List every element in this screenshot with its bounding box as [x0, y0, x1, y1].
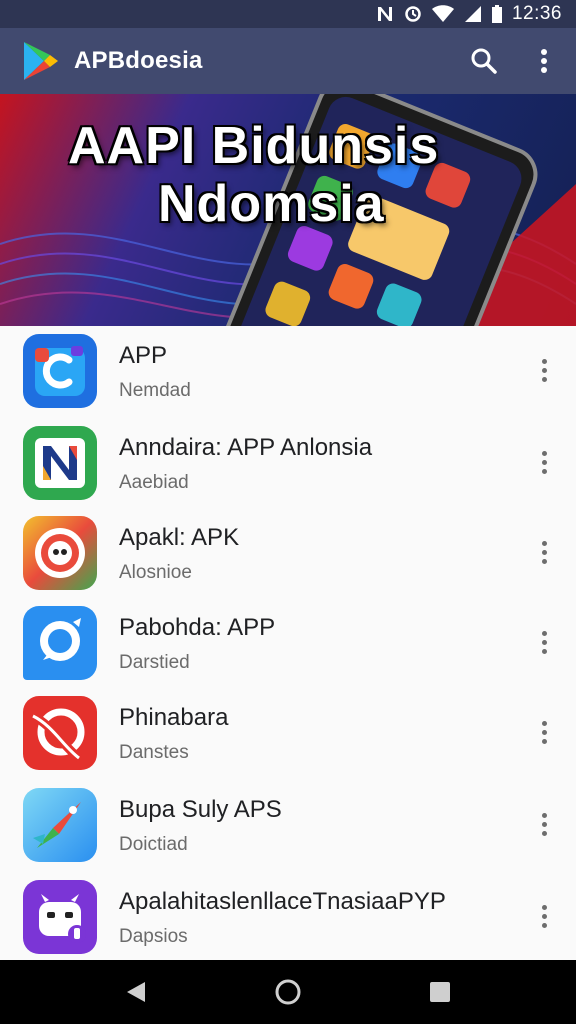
more-vertical-icon[interactable] [534, 712, 554, 752]
more-vertical-icon[interactable] [534, 622, 554, 662]
more-vertical-icon[interactable] [534, 350, 554, 390]
battery-icon [491, 5, 502, 23]
app-subtitle: Alosnioe [119, 562, 192, 583]
app-subtitle: Danstes [119, 742, 189, 763]
more-vertical-icon[interactable] [534, 442, 554, 482]
status-bar: 12:36 [0, 0, 576, 28]
search-icon[interactable] [468, 45, 500, 77]
app-subtitle: Nemdad [119, 380, 191, 401]
app-icon-rainbow-circle [23, 516, 97, 590]
wifi-icon [431, 5, 454, 23]
app-icon-blue-chat [23, 606, 97, 680]
status-time: 12:36 [511, 3, 562, 24]
list-item[interactable]: Bupa Suly APS Doictiad [0, 780, 576, 870]
promo-banner[interactable]: AAPI Bidunsis Ndomsia [0, 94, 576, 326]
app-icon-red-swirl [23, 696, 97, 770]
nfc-icon [376, 5, 394, 23]
list-item[interactable]: Phinabara Danstes [0, 688, 576, 778]
app-list: APP Nemdad Anndaira: APP Anlonsia Aaebia… [0, 326, 576, 960]
app-name: Bupa Suly APS [119, 796, 282, 823]
app-title: APBdoesia [74, 47, 203, 74]
banner-title-line2: Ndomsia [158, 175, 385, 233]
signal-icon [464, 5, 482, 23]
more-vertical-icon[interactable] [534, 896, 554, 936]
list-item[interactable]: Pabohda: APP Darstied [0, 598, 576, 688]
back-triangle-icon[interactable] [116, 972, 156, 1012]
app-icon-purple-robot [23, 880, 97, 954]
app-name: Pabohda: APP [119, 614, 276, 641]
play-store-logo-icon [22, 40, 60, 82]
banner-title: AAPI Bidunsis Ndomsia [0, 120, 576, 230]
list-item[interactable]: ApalahitaslenllaceTnasiaaPYP Dapsios [0, 872, 576, 962]
app-bar: APBdoesia [0, 28, 576, 94]
more-vertical-icon[interactable] [534, 804, 554, 844]
navigation-bar [0, 960, 576, 1024]
app-name: APP [119, 342, 168, 369]
home-circle-icon[interactable] [268, 972, 308, 1012]
list-item[interactable]: Apakl: APK Alosnioe [0, 508, 576, 598]
more-vertical-icon[interactable] [528, 45, 560, 77]
app-name: Apakl: APK [119, 524, 240, 551]
app-subtitle: Aaebiad [119, 472, 189, 493]
banner-title-line1: AAPI Bidunsis [68, 117, 440, 175]
app-subtitle: Dapsios [119, 926, 188, 947]
list-item[interactable]: APP Nemdad [0, 326, 576, 416]
app-name: Phinabara [119, 704, 229, 731]
app-icon-green-n [23, 426, 97, 500]
app-subtitle: Doictiad [119, 834, 188, 855]
alarm-icon [404, 5, 422, 23]
app-name: Anndaira: APP Anlonsia [119, 434, 373, 461]
more-vertical-icon[interactable] [534, 532, 554, 572]
app-icon-rocket [23, 788, 97, 862]
app-subtitle: Darstied [119, 652, 190, 673]
app-icon-blue-c [23, 334, 97, 408]
app-name: ApalahitaslenllaceTnasiaaPYP [119, 888, 446, 915]
recents-square-icon[interactable] [420, 972, 460, 1012]
list-item[interactable]: Anndaira: APP Anlonsia Aaebiad [0, 418, 576, 508]
